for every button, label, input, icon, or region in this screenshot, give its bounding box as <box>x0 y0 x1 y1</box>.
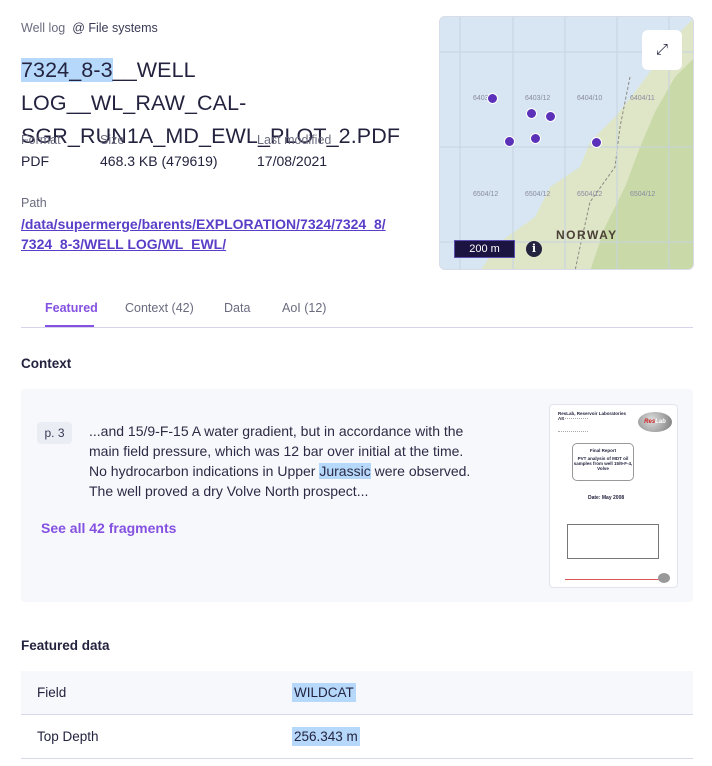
well-marker[interactable] <box>504 136 515 147</box>
fragment-highlight: Jurassic <box>319 463 371 479</box>
country-label: NORWAY <box>556 228 618 242</box>
format-label: Format <box>21 133 61 147</box>
grid-label: 6504/12 <box>473 191 499 198</box>
well-marker[interactable] <box>487 93 498 104</box>
grid-label: 6504/12 <box>577 191 603 198</box>
thumb-footer-logo <box>658 573 670 583</box>
thumb-address <box>558 418 588 432</box>
featured-data-heading: Featured data <box>21 638 110 653</box>
see-all-fragments-link[interactable]: See all 42 fragments <box>41 520 176 536</box>
grid-label: 6504/12 <box>630 191 656 198</box>
info-icon: i <box>531 242 537 255</box>
tab-featured[interactable]: Featured <box>45 301 98 315</box>
map[interactable]: 6403/ 6403/12 6404/10 6404/11 6504/12 65… <box>439 16 694 270</box>
tab-context[interactable]: Context (42) <box>125 301 194 315</box>
title-highlight: 7324_8-3 <box>21 58 113 82</box>
grid-label: 6504/12 <box>525 191 551 198</box>
table-row: Top Depth 256.343 m <box>21 715 693 759</box>
reslab-logo: ResLab <box>638 412 672 432</box>
tab-aoi[interactable]: AoI (12) <box>282 301 326 315</box>
field-key: Top Depth <box>37 729 99 744</box>
thumb-keywords-box <box>567 524 659 559</box>
field-value: WILDCAT <box>292 683 356 702</box>
well-marker[interactable] <box>591 137 602 148</box>
context-heading: Context <box>21 356 72 371</box>
page-badge[interactable]: p. 3 <box>37 422 72 444</box>
scale-bar: 200 m <box>454 240 515 258</box>
size-label: Size <box>100 133 125 147</box>
tab-data[interactable]: Data <box>224 301 250 315</box>
well-marker[interactable] <box>545 111 556 122</box>
breadcrumb: Well log @ File systems <box>21 21 158 35</box>
grid-label: 6404/10 <box>577 95 603 102</box>
grid-label: 6403/12 <box>525 95 551 102</box>
doc-source: @ File systems <box>72 21 158 35</box>
active-tab-indicator <box>45 325 94 327</box>
field-key: Field <box>37 685 67 700</box>
info-button[interactable]: i <box>526 241 542 257</box>
thumb-report-title: Final Report <box>589 448 617 453</box>
grid-label: 6404/11 <box>630 95 655 102</box>
context-fragment[interactable]: ...and 15/9-F-15 A water gradient, but i… <box>89 421 479 501</box>
expand-icon: ⤢ <box>655 41 668 58</box>
expand-button[interactable]: ⤢ <box>642 30 682 70</box>
format-value: PDF <box>21 153 49 169</box>
thumb-date: Date: May 2008 <box>588 495 625 501</box>
path-link[interactable]: /data/supermerge/barents/EXPLORATION/732… <box>21 214 391 254</box>
thumb-report-subtitle: PVT analysis of MDT oil samples from wel… <box>573 456 633 471</box>
well-marker[interactable] <box>530 133 541 144</box>
scale-text: 200 m <box>469 243 500 255</box>
thumb-title-box: Final Report PVT analysis of MDT oil sam… <box>572 443 634 481</box>
table-row: Field WILDCAT <box>21 671 693 715</box>
well-marker[interactable] <box>526 108 537 119</box>
doc-type: Well log <box>21 21 66 35</box>
document-thumbnail[interactable]: ResLab, Reservoir Laboratories AS ResLab… <box>549 404 678 588</box>
thumb-footer-line <box>565 579 663 580</box>
modified-label: Last modified <box>257 133 332 147</box>
modified-value: 17/08/2021 <box>257 153 328 169</box>
size-value: 468.3 KB (479619) <box>100 153 218 169</box>
field-value: 256.343 m <box>292 727 360 746</box>
page-title: 7324_8-3__WELL LOG__WL_RAW_CAL-SGR_RUN1A… <box>21 54 421 153</box>
path-label: Path <box>21 196 47 210</box>
tab-bar: Featured Context (42) Data AoI (12) <box>21 292 693 328</box>
